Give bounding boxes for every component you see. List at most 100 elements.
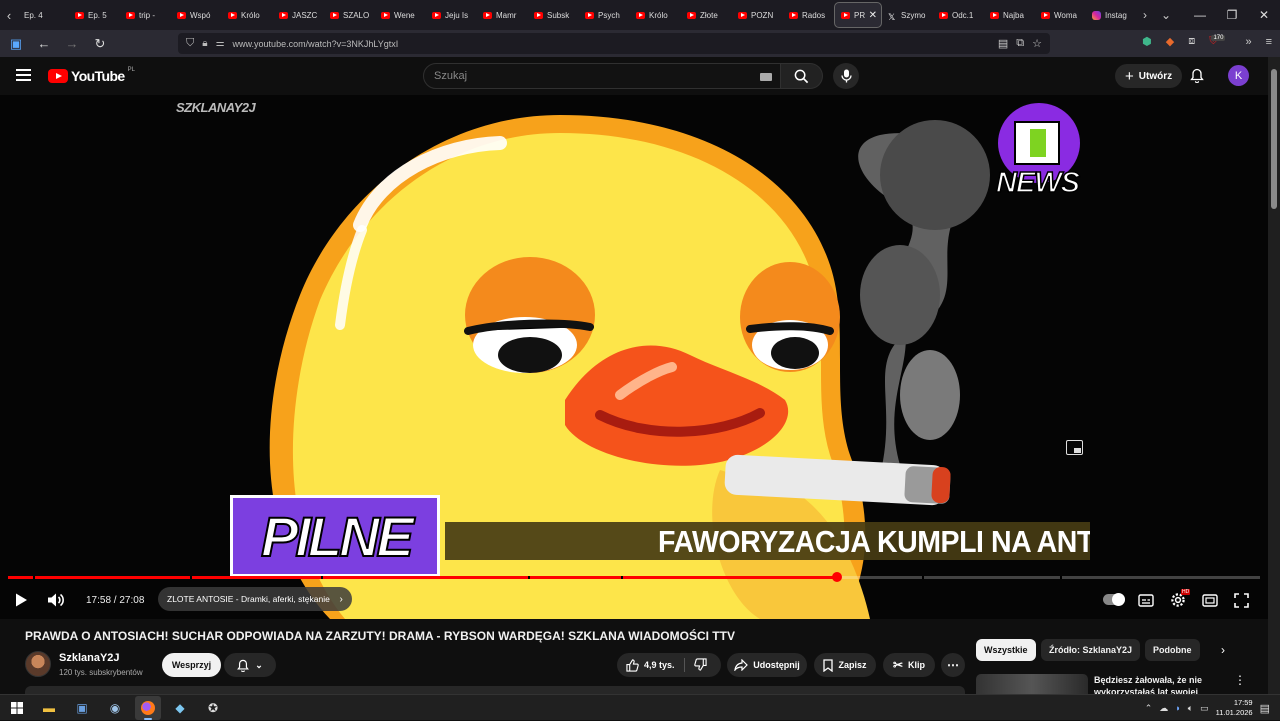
system-app-icon[interactable]: ▣ (73, 699, 91, 717)
browser-tab-active[interactable]: PR ✕ (834, 2, 882, 28)
support-button[interactable]: Wesprzyj (162, 653, 221, 677)
browser-tab[interactable]: Królo (630, 2, 681, 28)
app-menu-icon[interactable]: ≡ (1266, 36, 1272, 48)
video-player[interactable]: SZKLANAY2J NEWS PILNE FAWORYZACJA KUMPLI… (0, 95, 1268, 619)
ublock-extension-icon[interactable]: ⛨170 (1209, 35, 1231, 48)
tray-app-icon[interactable]: ☁ (1159, 703, 1168, 714)
channel-avatar[interactable] (25, 651, 51, 677)
browser-tab[interactable]: Ep. 4 (18, 2, 69, 28)
tabs-scroll-left-icon[interactable]: ‹ (0, 0, 18, 30)
notifications-button[interactable] (1190, 68, 1204, 88)
scrubber-handle[interactable] (831, 572, 842, 582)
browser-tab[interactable]: Subsk (528, 2, 579, 28)
browser-tab[interactable]: Najba (984, 2, 1035, 28)
youtube-logo[interactable]: YouTube PL (48, 67, 135, 84)
browser-tab[interactable]: Woma (1035, 2, 1086, 28)
subtitles-button[interactable] (1138, 589, 1154, 611)
lock-icon[interactable]: 🔒︎ (202, 38, 207, 49)
steam-icon[interactable]: ◉ (106, 699, 124, 717)
browser-tab[interactable]: Odc.1 (933, 2, 984, 28)
network-tool-icon[interactable]: ✪ (204, 699, 222, 717)
miniplayer-icon[interactable] (1066, 440, 1083, 455)
page-scrollbar[interactable] (1268, 57, 1280, 694)
display-tray-icon[interactable]: ▭ (1200, 703, 1209, 714)
tracking-shield-icon[interactable]: ⛉ (186, 37, 194, 50)
filter-chip[interactable]: Źródło: SzklanaY2J (1041, 639, 1141, 661)
theater-mode-button[interactable] (1202, 589, 1218, 611)
tabs-scroll-right-icon[interactable]: › (1143, 8, 1147, 22)
dislike-button[interactable] (694, 657, 707, 673)
url-text[interactable]: www.youtube.com/watch?v=3NKJhLYgtxI (233, 39, 399, 49)
permissions-icon[interactable]: ⚌ (216, 38, 225, 49)
vpn-extension-icon[interactable]: ⬢ (1142, 35, 1152, 48)
overflow-chevron-icon[interactable]: » (1245, 36, 1251, 48)
clock[interactable]: 17:59 11.01.2026 (1216, 698, 1253, 718)
browser-tab[interactable]: Mamr (477, 2, 528, 28)
browser-tab[interactable]: Rados (783, 2, 834, 28)
browser-tab[interactable]: JASZC (273, 2, 324, 28)
browser-tab[interactable]: Psych (579, 2, 630, 28)
chips-next-icon[interactable]: › (1221, 643, 1225, 657)
account-avatar[interactable]: K (1228, 65, 1249, 86)
filter-chip[interactable]: Wszystkie (976, 639, 1036, 661)
browser-tab[interactable]: Królo (222, 2, 273, 28)
share-button[interactable]: Udostępnij (727, 653, 807, 677)
guide-menu-icon[interactable] (16, 69, 31, 81)
browser-tab[interactable]: trip - (120, 2, 171, 28)
volume-tray-icon[interactable]: 🔈︎ (1188, 703, 1193, 714)
like-button[interactable]: 4,9 tys. (626, 658, 675, 672)
recommendation-thumbnail[interactable] (976, 674, 1088, 694)
tray-overflow-icon[interactable]: ⌃ (1145, 703, 1153, 714)
back-icon[interactable]: ← (32, 36, 56, 51)
filter-chip[interactable]: Podobne (1145, 639, 1200, 661)
extensions-puzzle-icon[interactable]: ⧈ (1188, 35, 1195, 48)
voice-search-button[interactable] (833, 63, 859, 89)
browser-tab[interactable]: POZN (732, 2, 783, 28)
chapter-button[interactable]: ZLOTE ANTOSIE - Dramki, aferki, stękanie… (158, 587, 352, 611)
progress-bar[interactable] (8, 572, 1260, 582)
notes-app-icon[interactable]: ◆ (171, 699, 189, 717)
onedrive-icon[interactable]: ◗ (1175, 703, 1180, 713)
browser-tab[interactable]: Instag (1086, 2, 1137, 28)
reload-icon[interactable]: ↻ (88, 36, 112, 52)
subscription-bell-button[interactable]: ⌄ (224, 653, 276, 677)
notifications-tray-icon[interactable]: ▤ (1260, 702, 1270, 715)
browser-tab[interactable]: Jeju Is (426, 2, 477, 28)
search-button[interactable] (781, 63, 823, 89)
forward-icon[interactable]: → (60, 36, 84, 51)
volume-button[interactable] (47, 589, 65, 611)
browser-tab[interactable]: SZALO (324, 2, 375, 28)
clip-button[interactable]: ✂ Klip (883, 653, 935, 677)
scrollbar-thumb[interactable] (1271, 69, 1277, 209)
create-button[interactable]: + Utwórz (1115, 64, 1183, 88)
search-input[interactable]: Szukaj (423, 63, 781, 89)
addon-extension-icon[interactable]: ◆ (1166, 35, 1174, 48)
keyboard-icon[interactable] (760, 73, 772, 81)
windows-start-icon[interactable] (8, 699, 26, 717)
browser-tab[interactable]: Ep. 5 (69, 2, 120, 28)
pip-page-icon[interactable]: ⧉ (1016, 37, 1024, 50)
autoplay-toggle[interactable] (1103, 593, 1125, 606)
recommendation-menu-icon[interactable]: ⋮ (1234, 673, 1246, 687)
browser-tab[interactable]: Wspó (171, 2, 222, 28)
address-bar[interactable]: ⛉ 🔒︎ ⚌ www.youtube.com/watch?v=3NKJhLYgt… (178, 33, 1050, 54)
close-window-icon[interactable]: ✕ (1248, 8, 1280, 22)
play-button[interactable] (14, 589, 28, 611)
tab-list-dropdown-icon[interactable]: ⌄ (1161, 8, 1171, 22)
restore-icon[interactable]: ❐ (1216, 8, 1248, 22)
reader-view-icon[interactable]: ▤ (998, 37, 1008, 50)
channel-name[interactable]: SzklanaY2J (59, 652, 120, 664)
browser-tab[interactable]: Złote (681, 2, 732, 28)
browser-tab[interactable]: 𝕏 Szymo (882, 2, 933, 28)
file-explorer-icon[interactable]: ▬ (40, 699, 58, 717)
recommendation-title[interactable]: Będziesz żałowała, że nie wykorzystałaś … (1094, 674, 1219, 694)
close-tab-icon[interactable]: ✕ (869, 10, 877, 21)
browser-tab[interactable]: Wene (375, 2, 426, 28)
sidebar-toggle-icon[interactable]: ▣ (4, 36, 28, 52)
firefox-taskbar-button[interactable] (135, 696, 161, 720)
minimize-icon[interactable]: — (1184, 8, 1216, 22)
fullscreen-button[interactable] (1234, 589, 1249, 611)
save-button[interactable]: Zapisz (814, 653, 876, 677)
more-actions-button[interactable]: ⋯ (941, 653, 965, 677)
bookmark-star-icon[interactable]: ☆ (1032, 37, 1042, 50)
